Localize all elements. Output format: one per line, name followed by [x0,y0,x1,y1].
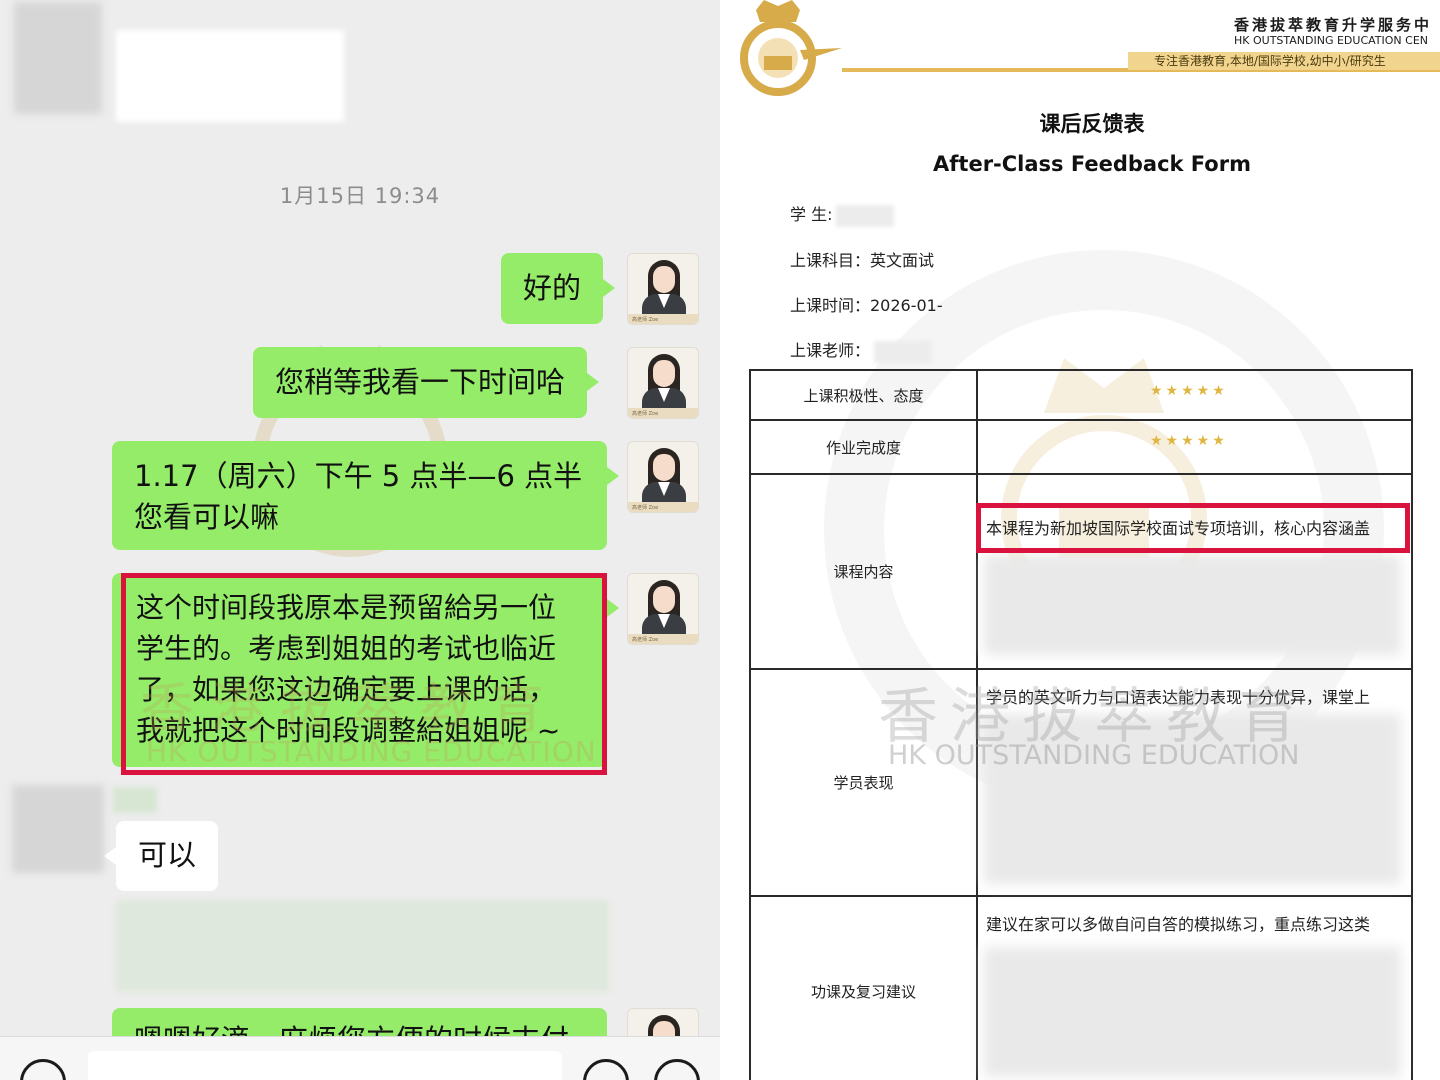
form-title: 课后反馈表 [1039,112,1145,136]
blurred-value [874,340,933,363]
add-icon[interactable] [654,1059,700,1080]
teacher-avatar[interactable]: 高老师 Zoe [627,441,699,513]
message-input[interactable] [88,1051,562,1080]
message-text: 可以 [138,838,197,872]
rating-stars: ★★★★★ [1150,383,1228,399]
sent-message-bubble[interactable]: 您稍等我看一下时间哈 [253,347,600,418]
watermark-text: 香港拔萃教育 [140,677,560,740]
teacher-field: 上课老师： [790,337,933,363]
message-text: 好的 [523,271,582,305]
teacher-avatar[interactable]: 高老师 Zoe [627,573,699,645]
cell-text: 建议在家可以多做自问自答的模拟练习，重点练习这类 [986,915,1371,934]
sent-message-bubble[interactable]: 1.17（周六）下午 5 点半—6 点半 您看可以嘛 [112,441,619,550]
teacher-avatar[interactable]: 高老师 Zoe [627,347,699,419]
received-message-bubble[interactable]: 可以 [104,821,219,891]
chat-timestamp: 1月15日 19:34 [279,184,441,208]
chat-panel: 1月15日 19:34 好的 高老师 Zoe 您稍等我看一下时间哈 高老师 Zo… [0,0,720,1080]
row-label: 上课积极性、态度 [749,369,978,421]
voice-icon[interactable] [20,1059,66,1080]
row-label: 功课及复习建议 [749,895,978,1080]
org-name: 香港拔萃教育升学服务中 [1234,16,1433,34]
table-row: 功课及复习建议 建议在家可以多做自问自答的模拟练习，重点练习这类 [749,895,1413,1080]
blurred-message [116,900,609,992]
org-name-en: HK OUTSTANDING EDUCATION CEN [1234,34,1429,47]
row-label: 课程内容 [749,473,978,670]
sent-message-bubble[interactable]: 好的 [501,253,616,324]
highlight-box [976,503,1410,553]
chat-input-bar [0,1036,720,1080]
blurred-value [836,204,895,227]
table-row: 作业完成度 ★★★★★ [749,419,1413,475]
form-title-en: After-Class Feedback Form [933,152,1251,176]
message-text-line: 1.17（周六）下午 5 点半—6 点半 [134,459,583,493]
teacher-avatar[interactable]: 高老师 Zoe [627,253,699,325]
logo-icon [740,0,842,96]
contact-avatar-blurred[interactable] [12,785,104,873]
blurred-content [984,555,1401,655]
row-label: 作业完成度 [749,419,978,475]
student-field: 学 生: [790,201,895,227]
subject-field: 上课科目：英文面试 [790,251,935,270]
message-text-line: 您看可以嘛 [134,500,280,534]
rating-stars: ★★★★★ [1150,433,1228,449]
contact-avatar-blurred[interactable] [14,2,102,114]
message-text: 您稍等我看一下时间哈 [275,365,566,399]
blurred-content [984,947,1401,1077]
time-field: 上课时间：2026-01- [790,296,943,315]
emoji-icon[interactable] [583,1059,629,1080]
org-tagline: 专注香港教育,本地/国际学校,幼中小/研究生 [1128,52,1440,70]
watermark-text-en: HK OUTSTANDING EDUCATION [888,740,1300,771]
blurred-sender-name [113,787,157,813]
feedback-form-document: 香港拔萃教育升学服务中 HK OUTSTANDING EDUCATION CEN… [724,0,1440,1080]
blurred-message [116,30,344,122]
table-row: 上课积极性、态度 ★★★★★ [749,369,1413,421]
watermark-text-en: HK OUTSTANDING EDUCATION [146,735,597,768]
